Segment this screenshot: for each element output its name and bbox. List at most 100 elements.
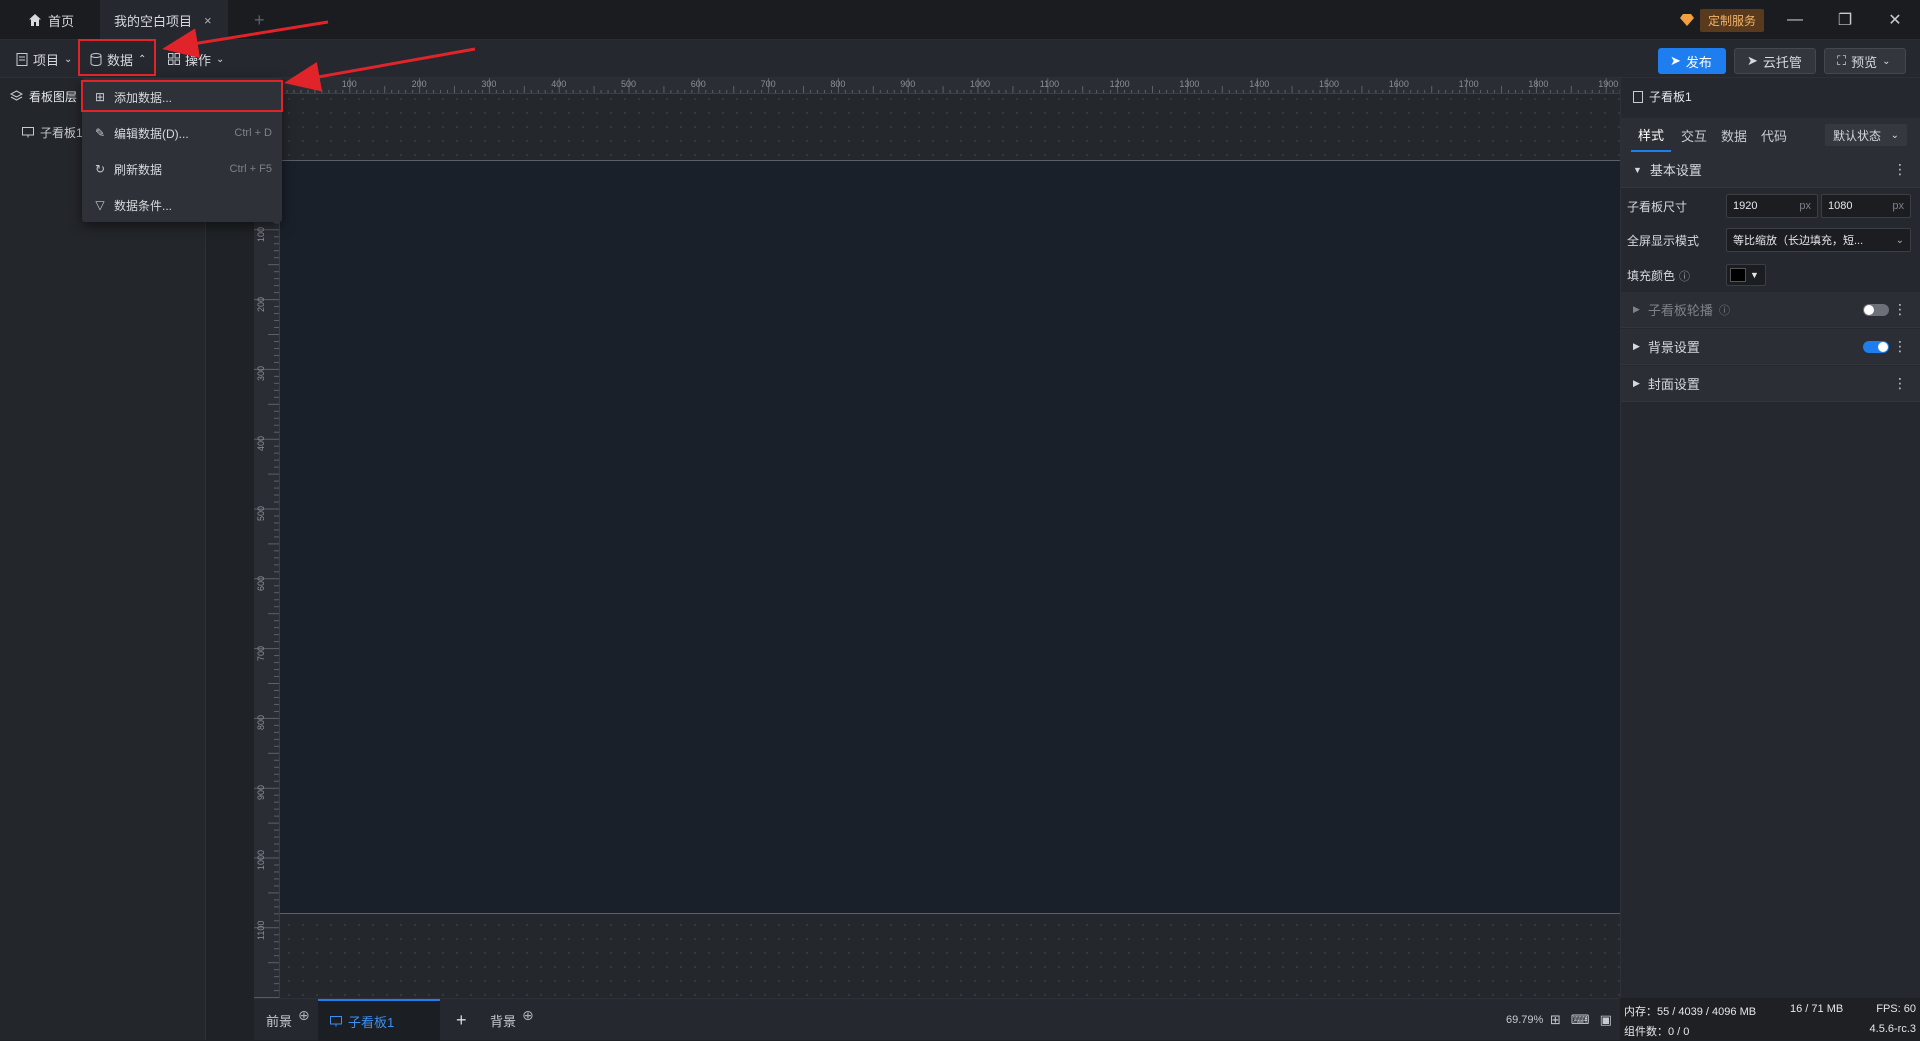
refresh-icon: ↻ <box>94 162 106 176</box>
tab-code[interactable]: 代码 <box>1755 118 1793 152</box>
menu-item-label: 编辑数据(D)... <box>114 126 189 141</box>
memory-status-secondary: 16 / 71 MB <box>1790 1003 1844 1015</box>
ruler-left[interactable]: 100 200 300 400 500 600 700 800 900 1000 1100 <box>254 94 280 998</box>
layer-item-label: 子看板1 <box>40 125 83 140</box>
menu-item-refresh-data[interactable]: ↻ 刷新数据 Ctrl + F5 <box>82 152 282 186</box>
fullscreen-mode-value: 等比缩放（长边填充，短... <box>1733 235 1864 247</box>
plus-icon: + <box>456 1009 467 1030</box>
menu-item-edit-data[interactable]: ✎ 编辑数据(D)... Ctrl + D <box>82 116 282 150</box>
add-circle-icon[interactable]: ⊕ <box>522 1007 534 1024</box>
tab-project[interactable]: 我的空白项目 × <box>100 0 228 40</box>
new-tab-button[interactable]: + <box>240 0 279 40</box>
chevron-down-icon: ⌄ <box>1890 129 1899 141</box>
minimize-button[interactable]: — <box>1770 0 1820 40</box>
tab-home[interactable]: 首页 <box>14 0 88 40</box>
help-icon[interactable]: ⓘ <box>1679 268 1690 284</box>
home-icon <box>29 14 41 26</box>
section-title: 基本设置 <box>1649 163 1702 178</box>
ruler-tick-label: 1300 <box>1179 79 1200 89</box>
bottom-bar: 前景 ⊕ 子看板1 + 背景 ⊕ 69.79% ⊞ ⌨ ▣ <box>254 998 1620 1041</box>
tab-project-label: 我的空白项目 <box>114 13 193 29</box>
layer-panel: 看板图层 子看板1 <box>0 78 206 1040</box>
toolbar: 项目 ⌄ 数据 ⌃ 操作 ⌄ ➤ 发布 ➤ 云托管 ⛶ 预览 ⌄ <box>0 40 1920 78</box>
ruler-tick-label: 600 <box>690 79 706 89</box>
cloud-hosting-button[interactable]: ➤ 云托管 <box>1734 48 1816 74</box>
section-background-settings[interactable]: ▶ 背景设置 ⋮ <box>1621 329 1920 365</box>
section-basic-settings[interactable]: ▼ 基本设置 ⋮ <box>1621 152 1920 188</box>
add-circle-icon[interactable]: ⊕ <box>298 1007 310 1024</box>
ruler-top[interactable]: 100 200 300 400 500 600 700 800 900 1000 1100 1200 1… <box>280 78 1620 94</box>
fill-color-label-text: 填充颜色 <box>1627 269 1676 283</box>
document-icon <box>1633 90 1643 103</box>
panel-title: 子看板1 <box>1633 88 1692 105</box>
state-select-value: 默认状态 <box>1833 128 1882 143</box>
minimize-icon: — <box>1787 11 1803 28</box>
operation-menu-button[interactable]: 操作 ⌄ <box>162 46 230 72</box>
height-input[interactable]: 1080 px <box>1821 194 1911 218</box>
close-window-button[interactable]: ✕ <box>1870 0 1920 40</box>
section-cover-settings[interactable]: ▶ 封面设置 ⋮ <box>1621 366 1920 402</box>
tab-data-label: 数据 <box>1720 128 1747 144</box>
caret-down-icon: ▼ <box>1633 164 1642 175</box>
layer-item[interactable]: 子看板1 <box>22 122 83 142</box>
tab-interaction[interactable]: 交互 <box>1675 118 1713 152</box>
fullscreen-mode-select[interactable]: 等比缩放（长边填充，短... ⌄ <box>1726 228 1911 252</box>
height-value: 1080 <box>1828 200 1853 212</box>
custom-service-button[interactable]: 定制服务 <box>1680 8 1765 32</box>
tab-interaction-label: 交互 <box>1680 128 1707 144</box>
close-icon[interactable]: × <box>204 13 212 28</box>
menu-item-add-data[interactable]: ⊞ 添加数据... <box>82 80 282 114</box>
monitor-icon <box>330 1015 342 1026</box>
data-menu-button[interactable]: 数据 ⌃ <box>84 46 152 72</box>
ruler-tick-label: 200 <box>256 296 266 312</box>
state-select[interactable]: 默认状态 ⌄ <box>1825 124 1907 146</box>
document-icon <box>16 52 28 66</box>
menu-item-shortcut: Ctrl + F5 <box>229 163 272 175</box>
more-icon[interactable]: ⋮ <box>1893 161 1907 178</box>
section-title: 背景设置 <box>1647 340 1700 355</box>
tab-foreground-label: 前景 <box>266 1013 293 1029</box>
keyboard-icon[interactable]: ⌨ <box>1571 1012 1590 1028</box>
ruler-tick-label: 800 <box>256 715 266 731</box>
tab-foreground[interactable]: 前景 ⊕ <box>266 999 310 1041</box>
carousel-toggle[interactable] <box>1863 304 1889 316</box>
width-input[interactable]: 1920 px <box>1726 194 1818 218</box>
menu-item-label: 数据条件... <box>114 198 173 213</box>
status-bar: 内存：55 / 4039 / 4096 MB 16 / 71 MB FPS: 6… <box>1620 998 1920 1040</box>
more-icon[interactable]: ⋮ <box>1893 301 1907 318</box>
ruler-tick-label: 200 <box>411 79 427 89</box>
plus-icon: + <box>254 9 265 30</box>
left-rail <box>206 78 254 1040</box>
panel-title-label: 子看板1 <box>1649 90 1692 104</box>
project-menu-button[interactable]: 项目 ⌄ <box>10 46 78 72</box>
fill-color-picker[interactable]: ▼ <box>1726 264 1766 286</box>
section-carousel[interactable]: ▶ 子看板轮播 ⓘ ⋮ <box>1621 292 1920 328</box>
tab-board[interactable]: 子看板1 <box>318 999 440 1041</box>
data-menu-label: 数据 <box>107 52 134 68</box>
filter-icon: ▽ <box>95 198 105 212</box>
caret-down-icon: ▼ <box>1750 270 1759 280</box>
zoom-level[interactable]: 69.79% <box>1506 999 1543 1041</box>
caret-right-icon: ▶ <box>1633 341 1640 351</box>
version-label: 4.5.6-rc.3 <box>1869 1023 1916 1035</box>
tab-background[interactable]: 背景 ⊕ <box>490 999 534 1041</box>
restore-button[interactable]: ❐ <box>1820 0 1870 40</box>
zoom-level-label: 69.79% <box>1506 1014 1544 1026</box>
terminal-icon[interactable]: ▣ <box>1600 1012 1612 1028</box>
caret-right-icon: ▶ <box>1633 378 1640 388</box>
background-toggle[interactable] <box>1863 341 1889 353</box>
ruler-tick-label: 1000 <box>970 79 991 89</box>
caret-right-icon: ▶ <box>1633 304 1640 314</box>
fps-status: FPS: 60 <box>1876 1003 1916 1015</box>
add-board-button[interactable]: + <box>456 999 467 1041</box>
more-icon[interactable]: ⋮ <box>1893 338 1907 355</box>
menu-item-data-condition[interactable]: ▽ 数据条件... <box>82 188 282 222</box>
more-icon[interactable]: ⋮ <box>1893 375 1907 392</box>
fit-screen-icon[interactable]: ⊞ <box>1550 1012 1561 1028</box>
publish-button[interactable]: ➤ 发布 <box>1658 48 1726 74</box>
tab-data[interactable]: 数据 <box>1715 118 1753 152</box>
tab-style[interactable]: 样式 <box>1631 118 1671 152</box>
preview-button[interactable]: ⛶ 预览 ⌄ <box>1824 48 1906 74</box>
section-title: 子看板轮播 <box>1647 303 1713 318</box>
board-canvas[interactable] <box>280 160 1620 914</box>
